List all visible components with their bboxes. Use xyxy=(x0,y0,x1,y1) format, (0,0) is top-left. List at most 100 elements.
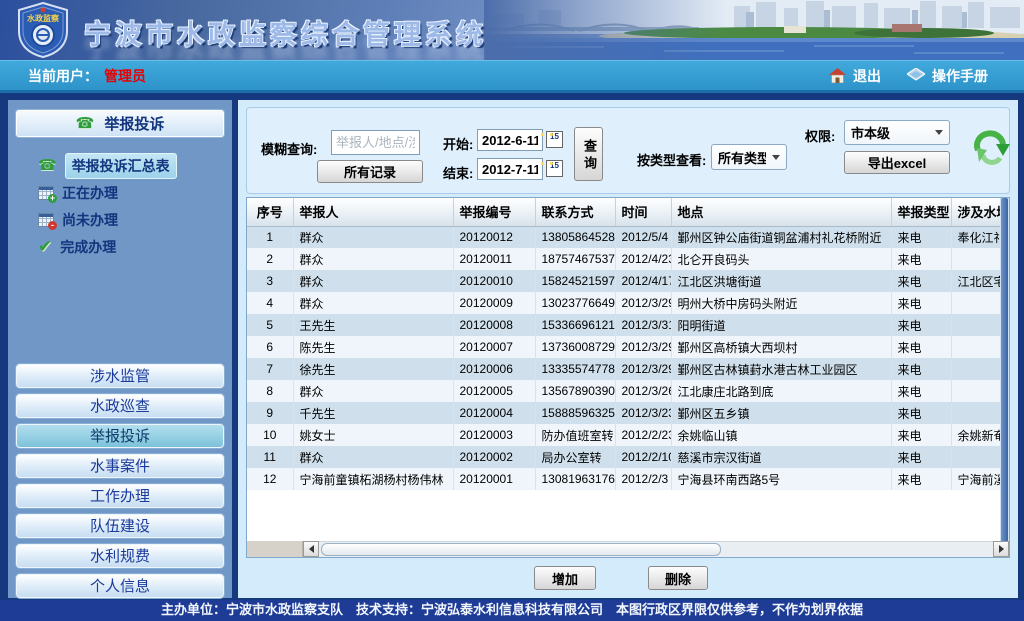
all-records-button[interactable]: 所有记录 xyxy=(317,160,423,183)
sidebar-panel-header[interactable]: ☎ 举报投诉 xyxy=(16,110,224,137)
calendar-icon[interactable]: 15 xyxy=(546,131,563,148)
scrollbar-track[interactable] xyxy=(319,541,993,557)
permission-dropdown[interactable]: 市本级 xyxy=(844,120,950,145)
cell-report-no: 20120011 xyxy=(453,248,535,270)
table-row[interactable]: 3 群众 20120010 15824521597 2012/4/17 江北区洪… xyxy=(247,270,1001,292)
cell-reporter: 群众 xyxy=(293,380,453,402)
col-header-waters[interactable]: 涉及水域 xyxy=(951,198,1001,226)
scroll-right-icon xyxy=(999,545,1004,553)
cell-type: 来电 xyxy=(891,336,951,358)
permission-value: 市本级 xyxy=(845,123,929,142)
cell-contact: 13805864528 xyxy=(535,226,615,248)
cell-contact: 13736008729 xyxy=(535,336,615,358)
cell-contact: 13567890390 xyxy=(535,380,615,402)
cell-reporter: 陈先生 xyxy=(293,336,453,358)
cell-time: 2012/3/31 xyxy=(615,314,671,336)
cell-contact: 13023776649 xyxy=(535,292,615,314)
manual-link[interactable]: 操作手册 xyxy=(907,66,988,86)
table-row[interactable]: 4 群众 20120009 13023776649 2012/3/29 明州大桥… xyxy=(247,292,1001,314)
cell-report-no: 20120005 xyxy=(453,380,535,402)
cell-index: 11 xyxy=(247,446,293,468)
menu-team-building[interactable]: 队伍建设 xyxy=(16,514,224,538)
menu-water-supervision[interactable]: 涉水监管 xyxy=(16,364,224,388)
col-header-time[interactable]: 时间 xyxy=(615,198,671,226)
cell-waters: 余姚新奄 xyxy=(951,424,1001,446)
cell-contact: 13335574778 xyxy=(535,358,615,380)
cell-reporter: 群众 xyxy=(293,270,453,292)
cell-reporter: 姚女士 xyxy=(293,424,453,446)
logout-link[interactable]: 退出 xyxy=(829,66,881,86)
sidebar: ☎ 举报投诉 ☎ 举报投诉汇总表 正在办理 尚未办理 ✔ 完成办理 涉水监管 水 xyxy=(8,100,232,598)
table-row[interactable]: 5 王先生 20120008 15336696121 2012/3/31 阳明街… xyxy=(247,314,1001,336)
sidebar-item-in-progress[interactable]: 正在办理 xyxy=(38,179,224,206)
manual-label: 操作手册 xyxy=(932,66,988,86)
export-excel-button[interactable]: 导出excel xyxy=(844,151,950,174)
chevron-down-icon xyxy=(935,130,943,135)
cell-reporter: 群众 xyxy=(293,292,453,314)
sidebar-item-pending[interactable]: 尚未办理 xyxy=(38,206,224,233)
start-date-input[interactable] xyxy=(477,129,543,151)
table-row[interactable]: 10 姚女士 20120003 防办值班室转 2012/2/23 余姚临山镇 来… xyxy=(247,424,1001,446)
cell-waters xyxy=(951,292,1001,314)
col-header-location[interactable]: 地点 xyxy=(671,198,891,226)
col-header-reporter[interactable]: 举报人 xyxy=(293,198,453,226)
type-filter-value: 所有类型 xyxy=(712,148,766,167)
table-row[interactable]: 12 宁海前童镇柘湖杨村杨伟林 20120001 13081963176 201… xyxy=(247,468,1001,490)
cell-location: 鄞州区钟公庙街道铜盆浦村礼花桥附近 xyxy=(671,226,891,248)
cell-index: 4 xyxy=(247,292,293,314)
cell-type: 来电 xyxy=(891,380,951,402)
cell-index: 2 xyxy=(247,248,293,270)
cell-contact: 防办值班室转 xyxy=(535,424,615,446)
vertical-scrollbar-thumb[interactable] xyxy=(1001,198,1008,542)
col-header-contact[interactable]: 联系方式 xyxy=(535,198,615,226)
table-row[interactable]: 7 徐先生 20120006 13335574778 2012/3/29 鄞州区… xyxy=(247,358,1001,380)
logout-label: 退出 xyxy=(853,66,881,86)
table-row[interactable]: 1 群众 20120012 13805864528 2012/5/4 鄞州区钟公… xyxy=(247,226,1001,248)
sidebar-item-report-summary[interactable]: ☎ 举报投诉汇总表 xyxy=(38,152,224,179)
cell-reporter: 群众 xyxy=(293,226,453,248)
cell-location: 江北康庄北路到底 xyxy=(671,380,891,402)
book-icon xyxy=(907,68,925,84)
cell-contact: 15824521597 xyxy=(535,270,615,292)
cell-waters xyxy=(951,336,1001,358)
table-row[interactable]: 6 陈先生 20120007 13736008729 2012/3/29 鄞州区… xyxy=(247,336,1001,358)
menu-water-patrol[interactable]: 水政巡查 xyxy=(16,394,224,418)
vertical-scrollbar[interactable] xyxy=(1000,198,1009,542)
footer-text: 主办单位：宁波市水政监察支队 技术支持：宁波弘泰水利信息科技有限公司 本图行政区… xyxy=(161,602,863,617)
calendar-icon[interactable]: 15 xyxy=(546,160,563,177)
cell-type: 来电 xyxy=(891,292,951,314)
fuzzy-query-input[interactable] xyxy=(331,130,420,155)
sidebar-item-completed[interactable]: ✔ 完成办理 xyxy=(38,233,224,260)
cell-type: 来电 xyxy=(891,446,951,468)
phone-icon: ☎ xyxy=(38,158,57,173)
horizontal-scrollbar[interactable] xyxy=(247,541,1009,557)
scroll-left-button[interactable] xyxy=(303,541,319,557)
table-row[interactable]: 2 群众 20120011 18757467537 2012/4/23 北仑开良… xyxy=(247,248,1001,270)
refresh-icon[interactable] xyxy=(969,122,1011,168)
add-button[interactable]: 增加 xyxy=(534,566,596,590)
table-row[interactable]: 8 群众 20120005 13567890390 2012/3/26 江北康庄… xyxy=(247,380,1001,402)
horizontal-scrollbar-thumb[interactable] xyxy=(321,543,721,556)
table-row[interactable]: 9 千先生 20120004 15888596325 2012/3/23 鄞州区… xyxy=(247,402,1001,424)
col-header-report-no[interactable]: 举报编号 xyxy=(453,198,535,226)
cell-waters: 宁海前溪 xyxy=(951,468,1001,490)
table-row[interactable]: 11 群众 20120002 局办公室转 2012/2/10 慈溪市宗汉街道 来… xyxy=(247,446,1001,468)
cell-report-no: 20120004 xyxy=(453,402,535,424)
delete-button[interactable]: 删除 xyxy=(648,566,708,590)
end-date-input[interactable] xyxy=(477,158,543,180)
menu-water-fees[interactable]: 水利规费 xyxy=(16,544,224,568)
user-bar: 当前用户： 管理员 退出 操作手册 xyxy=(0,60,1024,93)
query-button[interactable]: 查询 xyxy=(574,127,603,181)
menu-report-complaint[interactable]: 举报投诉 xyxy=(16,424,224,448)
col-header-index[interactable]: 序号 xyxy=(247,198,293,226)
current-user-name: 管理员 xyxy=(104,66,146,86)
menu-personal-info[interactable]: 个人信息 xyxy=(16,574,224,598)
menu-work-handling[interactable]: 工作办理 xyxy=(16,484,224,508)
type-filter-dropdown[interactable]: 所有类型 xyxy=(711,144,787,170)
cell-waters xyxy=(951,314,1001,336)
main-content: 模糊查询: 所有记录 开始: 15 结束: 15 查询 按类型查看: 所有类型 … xyxy=(238,100,1018,598)
table-add-icon xyxy=(38,186,54,200)
menu-water-cases[interactable]: 水事案件 xyxy=(16,454,224,478)
col-header-type[interactable]: 举报类型 xyxy=(891,198,951,226)
scroll-right-button[interactable] xyxy=(993,541,1009,557)
